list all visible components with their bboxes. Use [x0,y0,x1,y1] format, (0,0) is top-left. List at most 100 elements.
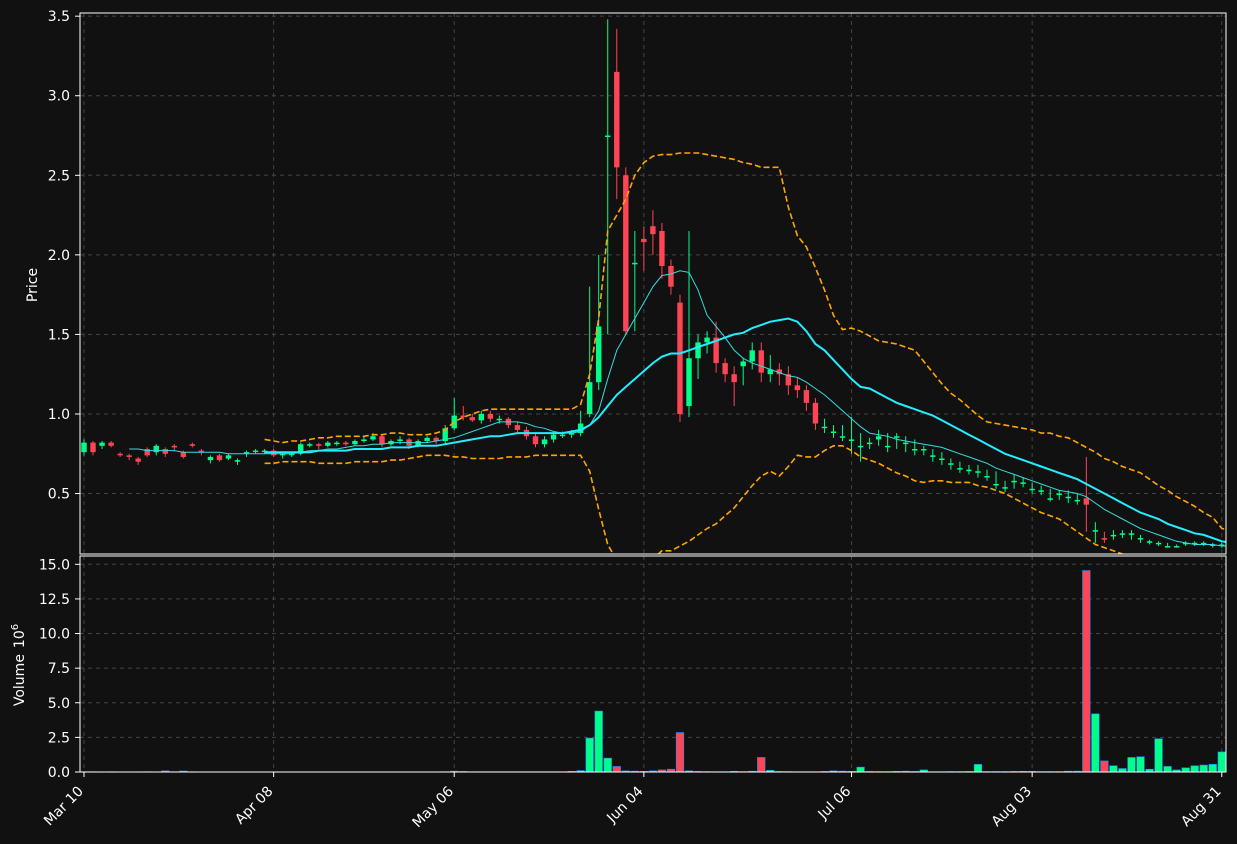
volume-y-tick-label: 7.5 [48,661,70,677]
candle-body [126,455,132,457]
volume-bar [675,732,685,772]
candle-body [99,442,105,446]
price-y-tick-label: 2.5 [48,168,70,184]
volume-bar [1136,756,1145,772]
candle-body [812,402,819,424]
volume-bar [585,737,594,772]
candle-body [966,469,972,472]
candle-body [921,448,927,451]
candle-body [903,442,909,445]
candle-body [550,434,557,440]
candle-body [1065,496,1071,499]
candle-body [686,358,692,407]
candle-body [912,448,918,451]
volume-bar [1217,751,1226,772]
candle-body [839,436,846,438]
price-y-tick-label: 0.5 [48,487,70,503]
candle-body [948,463,954,465]
candle-body [1092,530,1099,532]
candle-body [704,337,710,343]
volume-axis-title-power: 6 [10,624,21,630]
candle-body [993,483,999,486]
volume-axis-title: Volume 106 [10,624,28,706]
volume-bar [1100,760,1109,772]
price-y-tick-label: 1.0 [48,407,70,423]
candle-body [225,455,232,459]
candle-body [984,476,990,478]
volume-bar [1109,765,1118,772]
volume-y-tick-label: 5.0 [48,696,70,712]
candle-body [108,442,114,446]
candle-body [361,439,367,442]
candle-body [343,442,349,445]
candle-body [586,382,593,414]
candle-body [1083,498,1090,505]
stock-chart: 0.5 1.0 1.5 2.0 2.5 3.0 3.5 0.0 2.5 5.0 7.5 10.0 12… [0,0,1237,844]
candle-body [605,135,611,138]
candle-body [740,361,746,367]
volume-bar [1190,765,1199,772]
candle-body [641,238,647,243]
volume-bar [757,757,766,772]
candle-body [541,439,548,445]
candle-body [189,444,196,446]
candle-body [930,455,936,457]
candle-body [1002,487,1008,489]
candle-body [848,439,855,441]
candle-body [866,442,873,445]
volume-axis-title-unit: 10 [12,630,28,648]
candle-body [307,444,313,446]
volume-bar [1154,738,1163,772]
candle-body [1119,533,1126,535]
volume-bar [1163,766,1172,772]
volume-bar [1091,713,1100,772]
candle-body [478,413,485,421]
candle-body [207,456,214,461]
volume-y-tick-label: 0.0 [48,765,70,781]
volume-y-tick-label: 12.5 [39,592,70,608]
candle-body [496,418,503,421]
price-y-tick-label: 2.0 [48,248,70,264]
candle-body [1155,542,1162,545]
candle-body [135,458,141,462]
volume-y-tick-label: 2.5 [48,730,70,746]
candle-body [722,363,728,375]
candle-body [153,445,159,453]
volume-bar [1127,757,1136,772]
candle-body [857,445,864,448]
candle-body [884,445,891,448]
candle-body [659,230,665,266]
candle-body [216,455,223,461]
candle-body [1101,538,1108,540]
candle-body [1074,499,1080,502]
candle-body [90,442,96,453]
candle-body [794,385,801,391]
candle-body [1128,533,1135,535]
candle-body [623,175,629,332]
candle-body [894,436,900,438]
candle-body [1038,490,1044,492]
candle-body [1020,482,1026,484]
candle-body [1011,480,1017,483]
candle-body [758,350,764,373]
candle-body [632,262,638,265]
volume-bar [1082,570,1091,772]
candle-body [234,460,241,462]
candle-body [1137,538,1144,540]
candle-body [559,434,566,437]
price-y-tick-label: 3.5 [48,9,70,25]
candle-body [424,437,430,442]
volume-y-tick-label: 15.0 [39,557,70,573]
candle-body [803,390,810,403]
price-y-tick-label: 1.5 [48,327,70,343]
candle-body [650,226,656,235]
candle-body [180,452,187,457]
candle-body [1047,498,1053,500]
candle-body [1056,493,1062,496]
volume-bar [603,757,612,772]
volume-axis-title-label: Volume [12,654,28,706]
candle-body [821,426,828,429]
candle-body [975,471,981,473]
candle-body [1146,541,1153,543]
candle-body [875,436,882,440]
